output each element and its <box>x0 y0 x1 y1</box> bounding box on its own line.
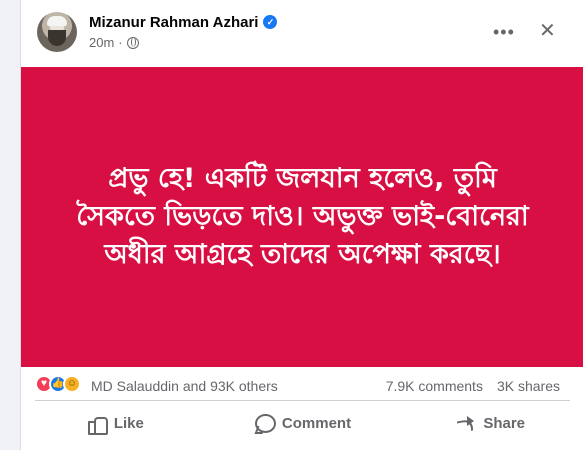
close-icon[interactable]: ✕ <box>539 18 556 43</box>
like-button[interactable]: Like <box>21 405 209 441</box>
post-card: Mizanur Rahman Azhari ✓ 20m · ••• ✕ প্রভ… <box>20 0 583 450</box>
globe-icon[interactable] <box>126 36 139 49</box>
post-actions: Like Comment Share <box>21 405 583 441</box>
share-arrow-icon <box>455 413 475 433</box>
comments-count[interactable]: 7.9K comments <box>386 378 483 394</box>
verified-badge-icon: ✓ <box>263 15 278 29</box>
meta-separator: · <box>118 35 123 50</box>
comment-label: Comment <box>281 414 352 432</box>
actions-divider <box>35 400 570 401</box>
care-icon: ☺ <box>63 375 81 393</box>
author-name[interactable]: Mizanur Rahman Azhari <box>89 14 258 31</box>
like-label: Like <box>113 414 144 432</box>
post-meta: 20m · <box>89 35 139 50</box>
share-label: Share <box>483 414 526 432</box>
author-row: Mizanur Rahman Azhari ✓ <box>89 12 278 32</box>
engagement-counts: 7.9K comments 3K shares <box>386 378 560 394</box>
author-avatar[interactable] <box>37 12 77 52</box>
post-colored-background[interactable]: প্রভু হে! একটি জলযান হলেও, তুমি সৈকতে ভি… <box>21 67 583 367</box>
reacted-by-text[interactable]: MD Salauddin and 93K others <box>91 378 278 394</box>
comment-button[interactable]: Comment <box>209 405 397 441</box>
reaction-icons[interactable]: ♥ 👍 ☺ <box>35 375 81 393</box>
more-options-icon[interactable]: ••• <box>493 22 515 43</box>
post-time[interactable]: 20m <box>89 35 114 50</box>
avatar-cap <box>47 16 67 26</box>
comment-bubble-icon <box>254 413 276 433</box>
share-button[interactable]: Share <box>396 405 583 441</box>
thumbs-up-icon <box>86 413 108 435</box>
post-text: প্রভু হে! একটি জলযান হলেও, তুমি সৈকতে ভি… <box>76 163 529 270</box>
post-stats: ♥ 👍 ☺ MD Salauddin and 93K others 7.9K c… <box>21 370 583 400</box>
shares-count[interactable]: 3K shares <box>497 378 560 394</box>
post-header: Mizanur Rahman Azhari ✓ 20m · ••• ✕ <box>21 0 583 60</box>
avatar-beard <box>48 30 66 46</box>
feed-background-strip <box>0 0 20 450</box>
